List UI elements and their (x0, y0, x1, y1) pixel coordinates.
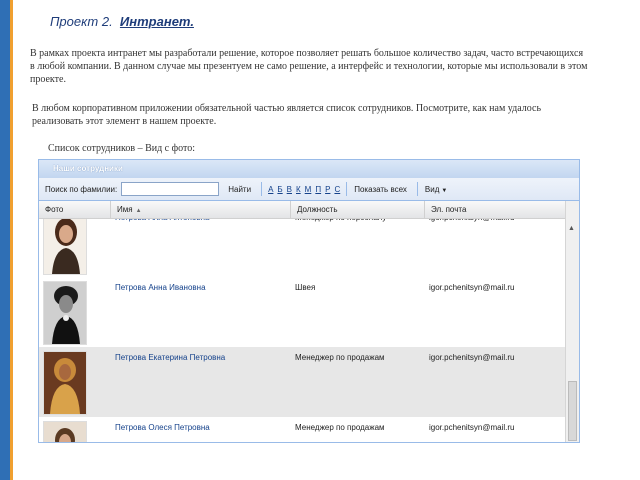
employee-list-panel: Наши сотрудники Поиск по фамилии: Найти … (38, 159, 580, 443)
slide-accent-bar (0, 0, 10, 480)
table-row[interactable]: Петрова Олеся Петровна Менеджер по прода… (39, 417, 565, 442)
photo-cell (39, 219, 111, 277)
column-header-photo[interactable]: Фото (39, 201, 111, 218)
find-button[interactable]: Найти (225, 185, 254, 194)
screenshot-caption: Список сотрудников – Вид с фото: (48, 143, 195, 154)
letter-filter[interactable]: Р (325, 185, 330, 194)
letter-filter[interactable]: С (334, 185, 340, 194)
employee-name[interactable]: Петрова Екатерина Петровна (111, 347, 291, 417)
view-menu-button[interactable]: Вид ▼ (422, 185, 450, 194)
toolbar-separator (416, 182, 418, 196)
panel-header: Наши сотрудники (39, 160, 579, 178)
grid-header: Фото Имя ▲ Должность Эл. почта (39, 201, 565, 219)
show-all-button[interactable]: Показать всех (351, 185, 410, 194)
employee-photo (43, 281, 87, 345)
toolbar-separator (346, 182, 348, 196)
employee-position: Менеджер по продажам (295, 423, 385, 432)
intro-paragraph: В рамках проекта интранет мы разработали… (30, 48, 588, 85)
employee-position: Менеджер по продажам (295, 353, 385, 362)
table-row[interactable]: Петрова Анна Ивановна Швея igor.pchenits… (39, 277, 565, 348)
search-label: Поиск по фамилии: (45, 184, 118, 194)
title-link[interactable]: Интранет. (120, 14, 194, 29)
letter-filter[interactable]: К (296, 185, 301, 194)
employee-photo (43, 219, 87, 275)
photo-cell (39, 347, 111, 417)
employee-name[interactable]: Петрова Алла Антоновна (111, 219, 291, 277)
employee-photo (43, 421, 87, 442)
employee-photo (43, 351, 87, 415)
scrollbar-thumb[interactable] (568, 381, 577, 441)
employee-position: Менеджер по персоналу (291, 219, 425, 277)
toolbar: Поиск по фамилии: Найти А Б В К М П Р С … (39, 178, 579, 201)
scroll-up-icon[interactable]: ▲ (568, 225, 575, 232)
column-header-position[interactable]: Должность (291, 201, 425, 218)
table-row-selected[interactable]: Петрова Екатерина Петровна Менеджер по п… (39, 347, 565, 418)
column-header-email[interactable]: Эл. почта (425, 201, 565, 218)
view-label: Вид (424, 184, 440, 194)
letter-filter[interactable]: М (305, 185, 312, 194)
slide-accent-stripe (10, 0, 13, 480)
photo-cell (39, 417, 111, 442)
letter-filter[interactable]: А (268, 185, 273, 194)
employee-email[interactable]: igor.pchenitsyn@mail.ru (425, 347, 565, 417)
employee-name[interactable]: Петрова Анна Ивановна (111, 277, 291, 347)
employee-position: Швея (295, 283, 316, 292)
employee-email[interactable]: igor.pchenitsyn@mail.ru (425, 417, 565, 442)
letter-filter[interactable]: Б (277, 185, 282, 194)
table-row[interactable]: Петрова Алла Антоновна Менеджер по персо… (39, 219, 565, 278)
search-input[interactable] (121, 182, 220, 196)
dropdown-arrow-icon: ▼ (441, 187, 448, 194)
employee-email[interactable]: igor.pchenitsyn@mail.ru (425, 277, 565, 347)
employee-name[interactable]: Петрова Олеся Петровна (111, 417, 291, 442)
page-title: Проект 2. Интранет. (50, 14, 194, 29)
toolbar-separator (261, 182, 263, 196)
grid-body: Петрова Алла Антоновна Менеджер по персо… (39, 219, 565, 442)
letter-filter[interactable]: В (287, 185, 292, 194)
photo-cell (39, 277, 111, 347)
employee-email[interactable]: igor.pchenitsyn@mail.ru (425, 219, 565, 277)
vertical-scrollbar[interactable]: ▲ (565, 201, 579, 442)
column-header-name-label: Имя (117, 205, 133, 214)
employee-list-paragraph: В любом корпоративном приложении обязате… (32, 103, 542, 127)
letter-filter[interactable]: П (315, 185, 321, 194)
title-prefix: Проект 2. (50, 14, 113, 29)
column-header-name[interactable]: Имя ▲ (111, 201, 291, 218)
sort-ascending-icon: ▲ (135, 208, 142, 214)
